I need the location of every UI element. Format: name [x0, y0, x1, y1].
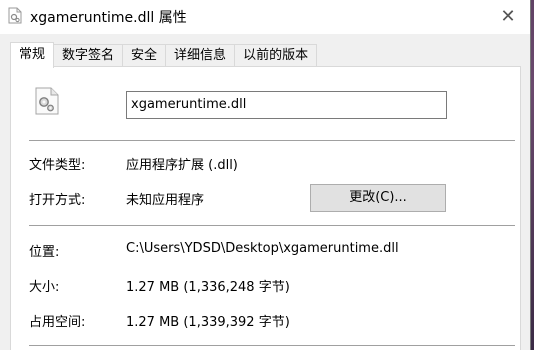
title-bar: xgameruntime.dll 属性 ✕ [0, 0, 530, 34]
window-title: xgameruntime.dll 属性 [30, 10, 187, 26]
dll-file-icon [35, 87, 59, 115]
tab-previous-versions[interactable]: 以前的版本 [234, 44, 318, 67]
location-value: C:\Users\YDSD\Desktop\xgameruntime.dll [126, 241, 399, 256]
tab-security[interactable]: 安全 [122, 44, 167, 67]
opens-with-value: 未知应用程序 [126, 193, 205, 208]
general-panel: xgameruntime.dll 文件类型: 应用程序扩展 (.dll) 打开方… [10, 66, 521, 350]
size-on-disk-value: 1.27 MB (1,339,392 字节) [126, 315, 290, 330]
tab-general[interactable]: 常规 [10, 42, 55, 68]
file-name-input[interactable]: xgameruntime.dll [126, 91, 447, 119]
size-on-disk-label: 占用空间: [29, 315, 86, 330]
tab-strip: 常规 数字签名 安全 详细信息 以前的版本 [10, 42, 318, 68]
location-label: 位置: [29, 245, 60, 260]
separator [29, 345, 515, 346]
separator [29, 225, 515, 226]
opens-with-label: 打开方式: [29, 193, 86, 208]
file-type-label: 文件类型: [29, 158, 86, 173]
close-icon: ✕ [500, 5, 516, 27]
tab-digital-signatures[interactable]: 数字签名 [53, 44, 124, 67]
size-value: 1.27 MB (1,336,248 字节) [126, 280, 290, 295]
change-button[interactable]: 更改(C)... [310, 184, 446, 212]
tab-details[interactable]: 详细信息 [165, 44, 236, 67]
properties-dialog: xgameruntime.dll 属性 ✕ 常规 数字签名 安全 详细信息 以前… [0, 0, 531, 350]
size-label: 大小: [29, 280, 60, 295]
separator [29, 140, 515, 141]
dll-file-icon [8, 7, 22, 24]
file-type-value: 应用程序扩展 (.dll) [126, 158, 238, 173]
close-button[interactable]: ✕ [486, 0, 530, 32]
